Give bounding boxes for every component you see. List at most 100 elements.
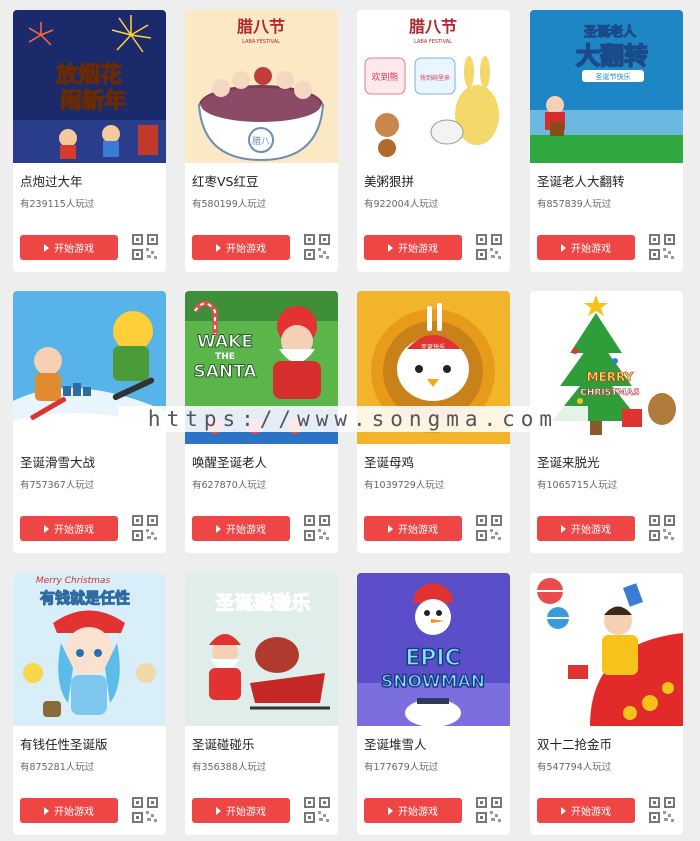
thumb-text: 腊八 (252, 136, 270, 147)
watermark-banner: https://www.songma.com (118, 406, 588, 432)
start-game-button[interactable]: 开始游戏 (192, 798, 290, 823)
start-game-button[interactable]: 开始游戏 (537, 516, 635, 541)
thumb-text: WAKE (197, 332, 253, 352)
thumb-text: 圣诞快乐 (421, 343, 445, 351)
game-title: 圣诞堆雪人 (364, 737, 427, 752)
qr-code-icon[interactable] (304, 234, 330, 260)
game-thumbnail[interactable]: 圣诞老人 大翻转 圣诞节快乐 (530, 10, 683, 163)
start-game-label: 开始游戏 (54, 525, 94, 536)
start-game-label: 开始游戏 (398, 525, 438, 536)
start-game-button[interactable]: 开始游戏 (537, 235, 635, 260)
thumb-text: 闹新年 (60, 88, 126, 114)
thumb-text: 有钱就是任性 (40, 589, 130, 607)
start-game-button[interactable]: 开始游戏 (20, 798, 118, 823)
play-triangle-icon (216, 243, 221, 252)
game-card[interactable]: 圣诞老人 大翻转 圣诞节快乐 圣诞老人大翻转 有857839人玩过 开始游戏 (530, 10, 683, 272)
qr-code-icon[interactable] (476, 797, 502, 823)
start-game-label: 开始游戏 (571, 807, 611, 818)
start-game-button[interactable]: 开始游戏 (364, 235, 462, 260)
qr-code-icon[interactable] (132, 515, 158, 541)
play-count: 有1065715人玩过 (537, 480, 618, 491)
game-thumbnail[interactable] (530, 573, 683, 726)
play-count: 有580199人玩过 (192, 199, 267, 210)
play-count: 有922004人玩过 (364, 199, 439, 210)
start-game-label: 开始游戏 (226, 525, 266, 536)
qr-code-icon[interactable] (132, 234, 158, 260)
thumb-text: 圣诞节快乐 (596, 72, 631, 81)
start-game-label: 开始游戏 (226, 244, 266, 255)
game-card[interactable]: 腊八节 LABA FESTIVAL 欢到熊 快到碗里来 美粥狠拼 有922004… (357, 10, 510, 272)
game-card[interactable]: Merry Christmas 有钱就是任性 有钱任性圣诞版 有875281人玩… (13, 573, 166, 835)
game-thumbnail[interactable]: 腊八节 LABA FESTIVAL 欢到熊 快到碗里来 (357, 10, 510, 163)
game-thumbnail[interactable]: 腊八节 LABA FESTIVAL 腊八 (185, 10, 338, 163)
play-triangle-icon (44, 806, 49, 815)
qr-code-icon[interactable] (476, 234, 502, 260)
play-count: 有356388人玩过 (192, 762, 267, 773)
thumb-text: LABA FESTIVAL (414, 39, 452, 45)
qr-code-icon[interactable] (649, 515, 675, 541)
start-game-button[interactable]: 开始游戏 (364, 798, 462, 823)
thumb-text: 欢到熊 (371, 71, 398, 83)
game-title: 圣诞来脱光 (537, 455, 600, 470)
game-title: 双十二抢金币 (537, 737, 613, 752)
qr-code-icon[interactable] (304, 515, 330, 541)
start-game-button[interactable]: 开始游戏 (20, 235, 118, 260)
play-count: 有177679人玩过 (364, 762, 439, 773)
thumb-text: 快到碗里来 (420, 74, 450, 82)
play-triangle-icon (216, 524, 221, 533)
start-game-button[interactable]: 开始游戏 (364, 516, 462, 541)
thumb-text: LABA FESTIVAL (242, 39, 280, 45)
game-title: 圣诞老人大翻转 (537, 174, 625, 189)
qr-code-icon[interactable] (649, 797, 675, 823)
thumb-text: Merry Christmas (36, 576, 111, 586)
play-triangle-icon (388, 243, 393, 252)
play-count: 有547794人玩过 (537, 762, 612, 773)
game-title: 红枣VS红豆 (192, 174, 259, 189)
game-card[interactable]: 双十二抢金币 有547794人玩过 开始游戏 (530, 573, 683, 835)
play-count: 有875281人玩过 (20, 762, 95, 773)
play-count: 有627870人玩过 (192, 480, 267, 491)
thumb-text: SANTA (193, 362, 257, 382)
start-game-label: 开始游戏 (398, 807, 438, 818)
game-thumbnail[interactable]: 放烟花 闹新年 (13, 10, 166, 163)
play-triangle-icon (44, 243, 49, 252)
thumb-text: THE (215, 352, 235, 362)
start-game-button[interactable]: 开始游戏 (192, 235, 290, 260)
start-game-label: 开始游戏 (226, 807, 266, 818)
play-count: 有757367人玩过 (20, 480, 95, 491)
qr-code-icon[interactable] (132, 797, 158, 823)
thumb-text: 圣诞老人 (584, 24, 637, 40)
qr-code-icon[interactable] (476, 515, 502, 541)
play-triangle-icon (216, 806, 221, 815)
play-count: 有239115人玩过 (20, 199, 95, 210)
start-game-label: 开始游戏 (54, 807, 94, 818)
game-title: 美粥狠拼 (364, 174, 415, 189)
play-count: 有857839人玩过 (537, 199, 612, 210)
play-triangle-icon (561, 806, 566, 815)
thumb-text: CHRISTMAS (580, 388, 639, 398)
game-card[interactable]: 放烟花 闹新年 点炮过大年 有239115人玩过 开始游戏 (13, 10, 166, 272)
play-triangle-icon (388, 806, 393, 815)
play-triangle-icon (561, 524, 566, 533)
start-game-label: 开始游戏 (571, 525, 611, 536)
game-thumbnail[interactable]: Merry Christmas 有钱就是任性 (13, 573, 166, 726)
start-game-button[interactable]: 开始游戏 (192, 516, 290, 541)
game-card[interactable]: EPIC SNOWMAN 圣诞堆雪人 有177679人玩过 开始游戏 (357, 573, 510, 835)
start-game-button[interactable]: 开始游戏 (537, 798, 635, 823)
qr-code-icon[interactable] (304, 797, 330, 823)
thumb-text: 大翻转 (576, 42, 648, 70)
thumb-text: SNOWMAN (381, 672, 485, 692)
start-game-button[interactable]: 开始游戏 (20, 516, 118, 541)
play-triangle-icon (561, 243, 566, 252)
game-title: 有钱任性圣诞版 (20, 737, 108, 752)
game-thumbnail[interactable]: EPIC SNOWMAN (357, 573, 510, 726)
play-triangle-icon (388, 524, 393, 533)
play-count: 有1039729人玩过 (364, 480, 445, 491)
thumb-text: EPIC (405, 646, 460, 671)
game-card[interactable]: 圣诞碰碰乐 圣诞碰碰乐 有356388人玩过 开始游戏 (185, 573, 338, 835)
game-card[interactable]: 腊八节 LABA FESTIVAL 腊八 红枣VS红豆 有580199人玩过 开… (185, 10, 338, 272)
game-thumbnail[interactable]: 圣诞碰碰乐 (185, 573, 338, 726)
qr-code-icon[interactable] (649, 234, 675, 260)
game-title: 圣诞碰碰乐 (192, 737, 255, 752)
game-title: 圣诞滑雪大战 (20, 455, 96, 470)
